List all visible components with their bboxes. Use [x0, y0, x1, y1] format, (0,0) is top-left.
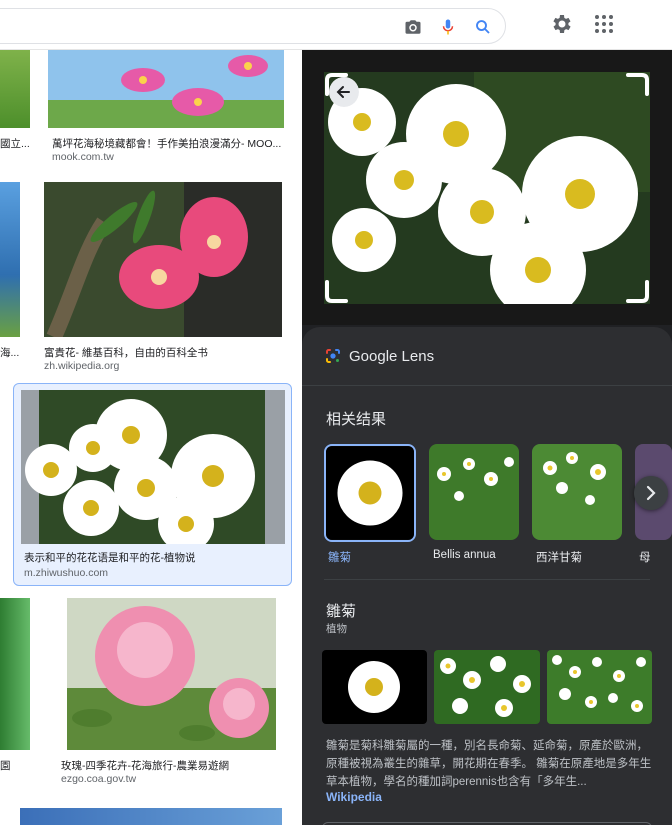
lens-results-panel: Google Lens 相关结果 雛菊 Bellis annua 西洋甘菊 母 … [302, 327, 672, 825]
related-item[interactable]: 西洋甘菊 [532, 444, 622, 564]
chevron-right-icon[interactable] [634, 476, 668, 510]
apps-grid-icon[interactable] [592, 12, 616, 36]
related-label[interactable]: Bellis annua [433, 549, 496, 561]
wikipedia-link[interactable]: Wikipedia [326, 790, 382, 804]
selected-image-preview[interactable] [324, 72, 650, 304]
result-thumb-partial[interactable] [20, 808, 282, 825]
entity-image-daisy[interactable] [322, 650, 427, 724]
search-icon[interactable] [473, 18, 493, 36]
result-source[interactable]: mook.com.tw [52, 151, 114, 163]
related-label[interactable]: 西洋甘菊 [536, 549, 582, 565]
result-thumb-daisies[interactable] [21, 390, 285, 544]
result-thumb-cosmos[interactable] [48, 50, 284, 128]
top-bar [0, 0, 672, 50]
result-thumb-adenium[interactable] [44, 182, 282, 337]
microphone-icon[interactable] [438, 18, 458, 36]
google-lens-icon [326, 349, 340, 363]
related-item[interactable]: 雛菊 [324, 444, 416, 564]
result-thumb-rose[interactable] [67, 598, 276, 750]
result-source[interactable]: m.zhiwushuo.com [24, 567, 108, 579]
image-results: 國立... 海... 園 萬坪花海秘境藏都會！手作美拍浪漫滿分- MOO... … [0, 50, 302, 825]
camera-icon[interactable] [403, 18, 423, 36]
related-thumb-chamomile[interactable] [532, 444, 622, 540]
result-caption: 富貴花- 維基百科，自由的百科全书 [44, 347, 208, 359]
result-caption-partial: 國立... [0, 138, 30, 150]
divider [302, 385, 672, 386]
result-caption: 萬坪花海秘境藏都會！手作美拍浪漫滿分- MOO... [52, 138, 282, 150]
lens-title: Google Lens [349, 347, 435, 365]
related-thumb-bellis-annua[interactable] [429, 444, 519, 540]
related-results-title: 相关结果 [326, 411, 387, 428]
related-label[interactable]: 母 [639, 549, 651, 565]
back-arrow-icon[interactable] [329, 77, 359, 107]
entity-title[interactable]: 雛菊 [326, 600, 356, 621]
related-label[interactable]: 雛菊 [328, 549, 351, 565]
result-thumb-partial[interactable] [0, 50, 30, 128]
lens-side-panel: Google Lens 相关结果 雛菊 Bellis annua 西洋甘菊 母 … [302, 50, 672, 825]
result-caption-partial: 海... [0, 347, 20, 359]
entity-subtitle: 植物 [326, 623, 347, 635]
divider [324, 579, 650, 580]
result-caption: 玫瑰-四季花卉-花海旅行-農業易遊網 [61, 760, 229, 772]
result-source[interactable]: zh.wikipedia.org [44, 360, 119, 372]
lens-header: Google Lens [324, 344, 434, 368]
entity-image-meadow[interactable] [547, 650, 652, 724]
result-source[interactable]: ezgo.coa.gov.tw [61, 773, 136, 785]
entity-image-field[interactable] [434, 650, 540, 724]
result-thumb-partial[interactable] [0, 182, 20, 337]
related-thumb-daisy[interactable] [324, 444, 416, 542]
search-box[interactable] [0, 8, 506, 44]
entity-description: 雛菊是菊科雛菊屬的一種，別名長命菊、延命菊，原產於歐洲，原種被視為叢生的雜草，開… [326, 740, 652, 788]
lens-image-area [302, 50, 672, 325]
related-item[interactable]: Bellis annua [429, 444, 519, 561]
result-caption-partial: 園 [0, 760, 11, 772]
gear-icon[interactable] [549, 12, 573, 36]
result-caption: 表示和平的花花语是和平的花-植物说 [24, 552, 196, 564]
result-thumb-partial[interactable] [0, 598, 30, 750]
